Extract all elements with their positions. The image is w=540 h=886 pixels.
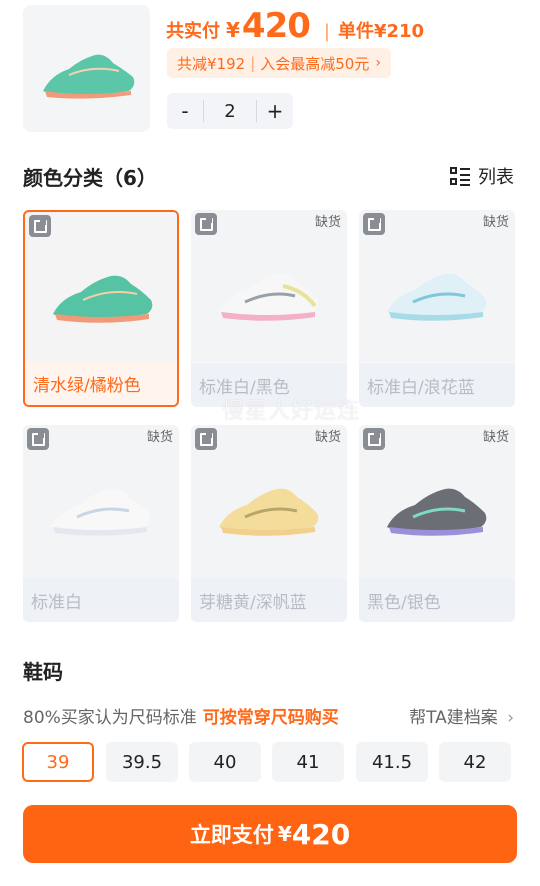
pay-currency: ¥ — [277, 822, 292, 846]
variant-card-3[interactable]: 缺货 标准白 — [23, 425, 179, 622]
out-of-stock-badge: 缺货 — [314, 215, 341, 230]
size-option[interactable]: 41.5 — [356, 742, 428, 782]
chevron-right-icon: › — [507, 708, 514, 728]
pay-now-button[interactable]: 立即支付 ¥ 420 — [23, 805, 517, 863]
increment-button[interactable]: + — [257, 93, 293, 129]
list-view-toggle[interactable]: 列表 — [450, 164, 514, 188]
total-label: 共实付 — [166, 21, 220, 42]
variant-name: 芽糖黄/深帆蓝 — [191, 578, 347, 622]
zoom-icon[interactable] — [363, 213, 385, 235]
variant-card-1[interactable]: 缺货 标准白/黑色 — [191, 210, 347, 407]
zoom-icon[interactable] — [195, 213, 217, 235]
variant-name: 清水绿/橘粉色 — [25, 361, 177, 405]
variant-name: 标准白 — [23, 578, 179, 622]
price-divider: | — [323, 21, 330, 42]
product-thumbnail[interactable] — [23, 5, 150, 132]
zoom-icon[interactable] — [29, 215, 51, 237]
out-of-stock-badge: 缺货 — [482, 430, 509, 445]
zoom-icon[interactable] — [195, 428, 217, 450]
size-section-title: 鞋码 — [23, 660, 63, 684]
size-tip-text: 80%买家认为尺码标准 — [23, 708, 197, 728]
size-option[interactable]: 42 — [439, 742, 511, 782]
watermark-text: 慢星人好运连 — [222, 399, 361, 424]
decrement-button[interactable]: - — [167, 93, 203, 129]
list-view-icon — [450, 166, 470, 186]
variant-name: 黑色/银色 — [359, 578, 515, 622]
size-tip-highlight: 可按常穿尺码购买 — [202, 708, 339, 728]
pay-amount: 420 — [291, 817, 351, 851]
color-section-title: 颜色分类（6） — [23, 166, 157, 190]
total-price: 420 — [241, 6, 311, 46]
size-tip: 80%买家认为尺码标准 可按常穿尺码购买 — [23, 703, 339, 728]
total-price-line: 共实付 ¥ 420 | 单件¥210 — [166, 6, 424, 46]
variant-card-4[interactable]: 缺货 芽糖黄/深帆蓝 — [191, 425, 347, 622]
zoom-icon[interactable] — [27, 428, 49, 450]
zoom-icon[interactable] — [363, 428, 385, 450]
variant-card-0[interactable]: 清水绿/橘粉色 — [23, 210, 179, 407]
variant-card-5[interactable]: 缺货 黑色/银色 — [359, 425, 515, 622]
size-profile-link[interactable]: 帮TA建档案 › — [409, 703, 514, 728]
list-view-label: 列表 — [478, 167, 514, 188]
size-option[interactable]: 39.5 — [106, 742, 178, 782]
discount-divider: | — [250, 54, 256, 72]
size-profile-label: 帮TA建档案 — [409, 708, 498, 728]
out-of-stock-badge: 缺货 — [314, 430, 341, 445]
out-of-stock-badge: 缺货 — [146, 430, 173, 445]
size-option[interactable]: 40 — [189, 742, 261, 782]
member-discount: 入会最高减50元 — [260, 54, 370, 73]
shoe-image — [43, 54, 135, 99]
size-option[interactable]: 39 — [22, 742, 94, 782]
quantity-stepper: - 2 + — [167, 93, 293, 129]
discount-tag[interactable]: 共减¥192 | 入会最高减50元 › — [167, 48, 391, 78]
unit-price: 单件¥210 — [337, 21, 425, 42]
currency-symbol: ¥ — [226, 18, 240, 42]
discount-saved: 共减¥192 — [177, 54, 246, 73]
pay-label: 立即支付 — [189, 823, 274, 847]
variant-card-2[interactable]: 缺货 标准白/浪花蓝 — [359, 210, 515, 407]
chevron-right-icon: › — [375, 55, 381, 71]
size-option[interactable]: 41 — [272, 742, 344, 782]
variant-name: 标准白/浪花蓝 — [359, 363, 515, 407]
out-of-stock-badge: 缺货 — [482, 215, 509, 230]
quantity-input[interactable]: 2 — [203, 100, 257, 122]
